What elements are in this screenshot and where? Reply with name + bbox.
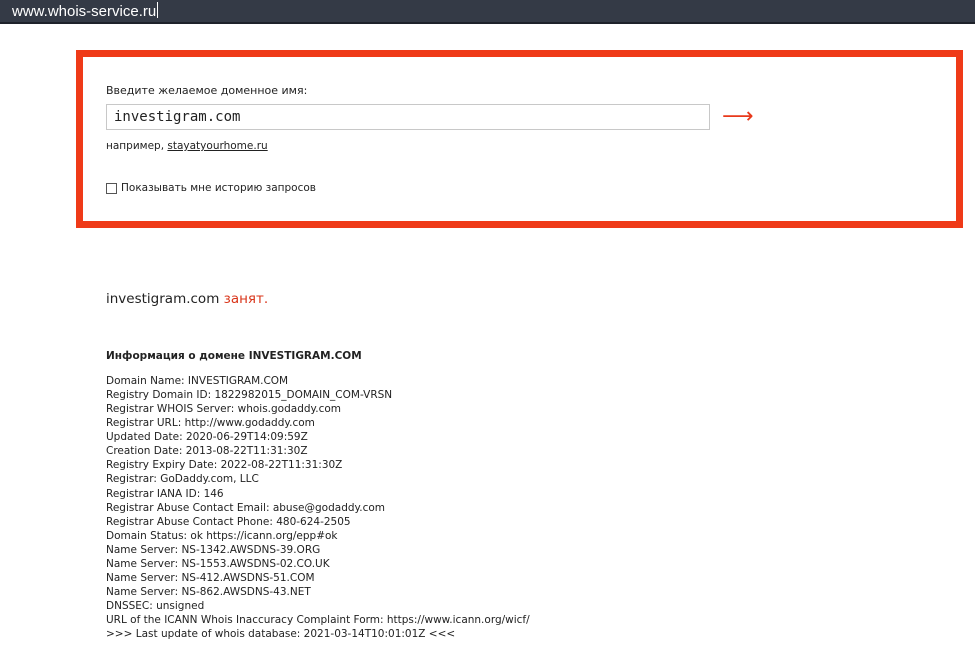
whois-line: Domain Name: INVESTIGRAM.COM — [106, 375, 289, 387]
history-checkbox[interactable] — [106, 182, 117, 194]
result-domain: investigram.com — [106, 291, 220, 307]
whois-line: Domain Status: ok https://icann.org/epp#… — [106, 529, 338, 542]
search-form-highlight — [76, 50, 963, 228]
whois-line: Registrar: GoDaddy.com, LLC — [106, 473, 259, 486]
whois-line: Registry Expiry Date: 2022-08-22T11:31:3… — [106, 459, 343, 472]
whois-line: Registrar WHOIS Server: whois.godaddy.co… — [106, 403, 342, 416]
browser-url-bar[interactable]: www.whois-service.ru — [0, 0, 975, 24]
whois-line: Updated Date: 2020-06-29T14:09:59Z — [106, 431, 308, 444]
whois-line: Registrar Abuse Contact Email: abuse@god… — [106, 501, 386, 514]
whois-record: Domain Name: INVESTIGRAM.COM Registry Do… — [106, 374, 530, 641]
whois-line: URL of the ICANN Whois Inaccuracy Compla… — [106, 614, 530, 627]
right-arrow-icon[interactable]: ⟶ — [722, 104, 754, 130]
domain-status-line: investigram.com занят. — [106, 291, 268, 307]
domain-input[interactable] — [106, 104, 710, 130]
example-prefix: например, — [106, 140, 165, 152]
history-toggle[interactable]: Показывать мне историю запросов — [106, 182, 316, 194]
whois-line: DNSSEC: unsigned — [106, 600, 205, 612]
domain-info-heading: Информация о домене INVESTIGRAM.COM — [106, 350, 362, 362]
whois-line: Name Server: NS-862.AWSDNS-43.NET — [106, 585, 311, 598]
whois-line: Registrar Abuse Contact Phone: 480-624-2… — [106, 515, 351, 528]
whois-line: >>> Last update of whois database: 2021-… — [106, 628, 456, 641]
status-taken: занят. — [223, 291, 269, 307]
history-label: Показывать мне историю запросов — [121, 182, 316, 194]
whois-line: Registry Domain ID: 1822982015_DOMAIN_CO… — [106, 389, 393, 402]
whois-line: Registrar IANA ID: 146 — [106, 487, 224, 500]
example-link[interactable]: stayatyourhome.ru — [167, 140, 267, 152]
example-hint: например, stayatyourhome.ru — [106, 140, 268, 152]
url-text[interactable]: www.whois-service.ru — [12, 2, 159, 21]
whois-line: Creation Date: 2013-08-22T11:31:30Z — [106, 445, 308, 458]
whois-line: Registrar URL: http://www.godaddy.com — [106, 417, 315, 430]
whois-line: Name Server: NS-1553.AWSDNS-02.CO.UK — [106, 557, 330, 570]
domain-prompt-label: Введите желаемое доменное имя: — [106, 84, 308, 97]
text-caret — [157, 2, 159, 18]
whois-line: Name Server: NS-412.AWSDNS-51.COM — [106, 571, 315, 584]
whois-line: Name Server: NS-1342.AWSDNS-39.ORG — [106, 543, 321, 556]
